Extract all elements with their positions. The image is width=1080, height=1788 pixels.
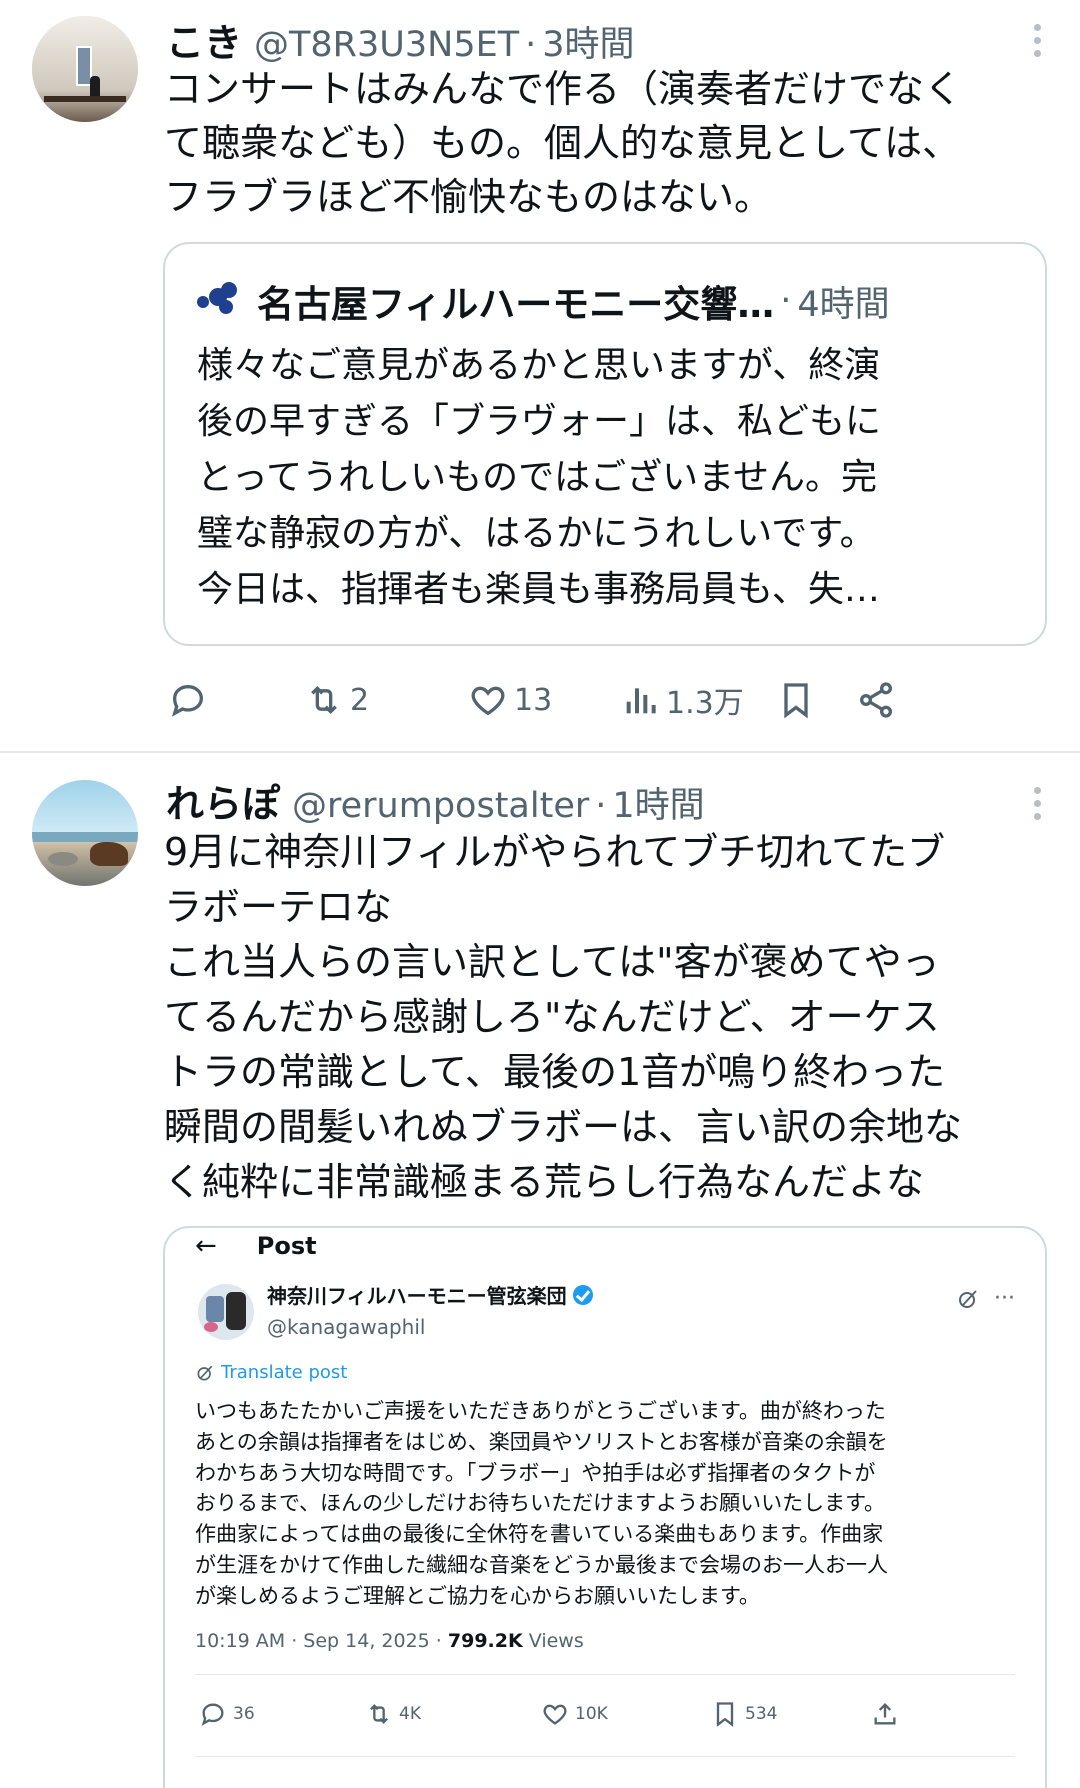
text-line: てるんだから感謝しろ"なんだけど、オーケス: [164, 995, 940, 1039]
share-icon: [860, 682, 892, 718]
back-arrow-icon: ←: [195, 1231, 217, 1261]
retweet-count: 2: [350, 682, 370, 718]
more-options-icon[interactable]: [1034, 787, 1042, 821]
screenshot-action-bar: 36 4K 10K 534: [195, 1694, 1015, 1734]
text-line: いつもあたたかいご声援をいただきありがとうございます。曲が終わった: [195, 1399, 886, 1423]
bookmark-icon: [716, 1702, 734, 1727]
text-line: あとの余韻は指揮者をはじめ、楽団員やソリストとお客様が音楽の余韻を: [195, 1429, 888, 1454]
views-button[interactable]: 1.3万: [620, 672, 744, 728]
screenshot-account: 神奈川フィルハーモニー管弦楽団 @kanagawaphil: [267, 1280, 593, 1339]
screenshot-views-count: 799.2K: [447, 1630, 523, 1652]
text-line: が楽しめるようご理解とご協力を心からお願いいたします。: [195, 1583, 760, 1608]
text-line: て聴衆なども）もの。個人的な意見としては、: [164, 121, 961, 165]
text-line: トラの常識として、最後の1音が鳴り終わった: [164, 1050, 946, 1094]
reply-icon: [201, 1703, 224, 1726]
text-line: とってうれしいものではございません。完: [197, 457, 878, 498]
translate-post-link: Translate post: [195, 1362, 347, 1383]
screenshot-bookmark: 534: [711, 1694, 777, 1734]
tweet-time[interactable]: 3時間: [542, 16, 634, 67]
tweet-text: コンサートはみんなで作る（演奏者だけでなく て聴衆なども）もの。個人的な意見とし…: [164, 62, 1054, 224]
share-button[interactable]: [856, 672, 896, 728]
screenshot-timestamp: 10:19 AM · Sep 14, 2025 · 799.2K Views: [195, 1630, 584, 1652]
screenshot-avatar: [198, 1284, 254, 1340]
text-line: コンサートはみんなで作る（演奏者だけでなく: [164, 67, 963, 111]
screenshot-tools: ···: [956, 1286, 1015, 1311]
quote-author-name: 名古屋フィルハーモニー交響…: [257, 283, 775, 326]
author-handle[interactable]: @rerumpostalter: [292, 786, 589, 826]
screenshot-text: いつもあたたかいご声援をいただきありがとうございます。曲が終わった あとの余韻は…: [195, 1396, 1025, 1612]
attached-screenshot[interactable]: ← Post 神奈川フィルハーモニー管弦楽団 @kanagawaphil ···…: [163, 1226, 1047, 1788]
views-icon: [626, 688, 656, 714]
tweet-time[interactable]: 1時間: [612, 777, 704, 828]
tweet[interactable]: こき @T8R3U3N5ET · 3時間 コンサートはみんなで作る（演奏者だけで…: [0, 0, 1080, 751]
quote-header: 名古屋フィルハーモニー交響… · 4時間: [195, 274, 890, 328]
tweet[interactable]: れらぽ @rerumpostalter · 1時間 9月に神奈川フィルがやられて…: [0, 751, 1080, 1788]
more-options-icon: ···: [994, 1286, 1015, 1311]
quote-time: 4時間: [797, 284, 890, 325]
screenshot-account-name: 神奈川フィルハーモニー管弦楽団: [267, 1284, 567, 1308]
quoted-tweet[interactable]: 名古屋フィルハーモニー交響… · 4時間 様々なご意見があるかと思いますが、終演…: [163, 242, 1047, 646]
like-button[interactable]: 13: [468, 672, 552, 728]
avatar[interactable]: [32, 16, 138, 122]
verified-badge-icon: [572, 1284, 593, 1305]
separator-dot: ·: [780, 281, 792, 321]
orchestra-logo-icon: [195, 282, 243, 320]
text-line: が生涯をかけて作曲した繊細な音楽をどうか最後まで会場のお一人お一人: [195, 1552, 888, 1577]
retweet-button[interactable]: 2: [304, 672, 369, 728]
separator-dot: ·: [525, 25, 537, 65]
screenshot-header-title: Post: [256, 1232, 317, 1260]
quote-text: 様々なご意見があるかと思いますが、終演 後の早すぎる「ブラヴォー」は、私どもに …: [197, 338, 1027, 618]
reply-icon: [171, 684, 204, 717]
author-name[interactable]: こき: [166, 12, 242, 67]
text-line: フラブラほど不愉快なものはない。: [164, 175, 773, 219]
like-count: 13: [514, 682, 553, 718]
text-line: おりるまで、ほんの少しだけお待ちいただけますようお願いいたします。: [195, 1491, 886, 1516]
divider: [195, 1674, 1015, 1675]
text-line: わかちあう大切な時間です。「ブラボー」や拍手は必ず指揮者のタクトが: [195, 1460, 876, 1485]
text-line: 作曲家によっては曲の最後に全休符を書いている楽曲もあります。作曲家: [195, 1522, 884, 1547]
screenshot-share: [871, 1694, 905, 1734]
author-name[interactable]: れらぽ: [166, 773, 280, 828]
text-line: 9月に神奈川フィルがやられてブチ切れてたブ: [164, 830, 946, 874]
text-line: 璧な静寂の方が、はるかにうれしいです。: [197, 513, 876, 554]
text-line: 瞬間の間髪いれぬブラボーは、言い訳の余地な: [164, 1105, 963, 1149]
reply-button[interactable]: [168, 672, 214, 728]
grok-icon: [959, 1289, 977, 1308]
screenshot-like: 10K: [541, 1694, 608, 1734]
retweet-icon: [370, 1704, 388, 1724]
retweet-icon: [311, 685, 337, 715]
screenshot-account-handle: @kanagawaphil: [267, 1315, 426, 1339]
text-line: ラボーテロな: [164, 885, 393, 929]
screenshot-retweet: 4K: [365, 1694, 421, 1734]
views-count: 1.3万: [666, 686, 744, 721]
tweet-header: れらぽ @rerumpostalter · 1時間: [166, 773, 705, 828]
author-handle[interactable]: @T8R3U3N5ET: [254, 25, 519, 65]
text-line: 今日は、指揮者も楽員も事務局員も、失…: [197, 569, 880, 610]
translate-icon: [197, 1365, 213, 1380]
upload-icon: [874, 1703, 896, 1725]
more-options-icon[interactable]: [1034, 24, 1042, 58]
text-line: これ当人らの言い訳としては"客が褒めてやっ: [164, 940, 940, 984]
text-line: く純粋に非常識極まる荒らし行為なんだよな: [164, 1160, 925, 1204]
tweet-header: こき @T8R3U3N5ET · 3時間: [166, 12, 635, 67]
screenshot-topbar: ← Post: [195, 1228, 317, 1264]
divider: [195, 1756, 1015, 1757]
bookmark-icon: [784, 683, 808, 719]
text-line: 後の早すぎる「ブラヴォー」は、私どもに: [197, 401, 882, 442]
bookmark-button[interactable]: [776, 672, 816, 728]
tweet-text: 9月に神奈川フィルがやられてブチ切れてたブ ラボーテロな これ当人らの言い訳とし…: [164, 825, 1054, 1210]
heart-icon: [543, 1704, 567, 1725]
screenshot-reply: 36: [199, 1694, 255, 1734]
action-bar: 2 13 1.3万: [164, 672, 1034, 728]
separator-dot: ·: [595, 786, 607, 826]
avatar[interactable]: [32, 780, 138, 886]
text-line: 様々なご意見があるかと思いますが、終演: [197, 345, 881, 386]
heart-icon: [471, 686, 505, 716]
